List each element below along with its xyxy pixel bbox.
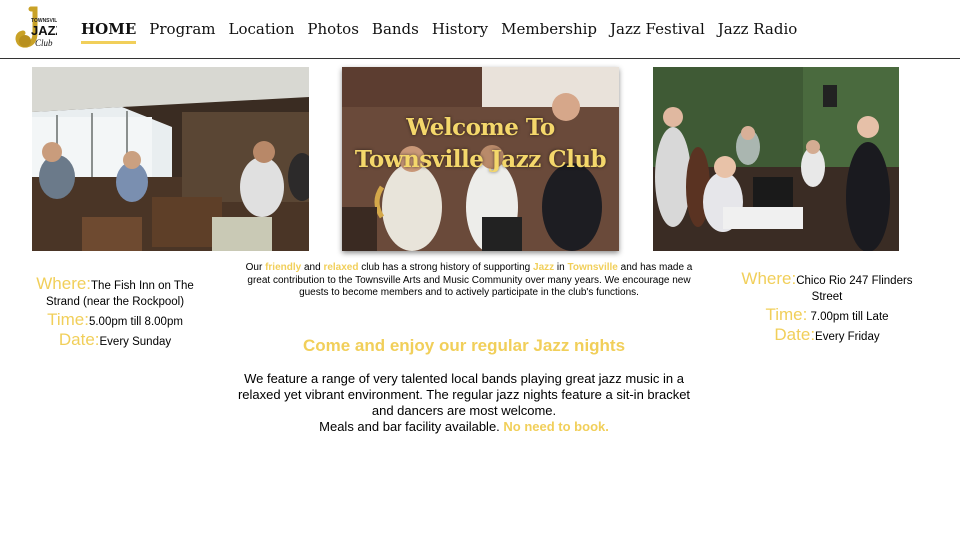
date-label: Date: bbox=[58, 330, 100, 349]
time-value: 7.00pm till Late bbox=[807, 311, 889, 323]
time-value: 5.00pm till 8.00pm bbox=[88, 316, 183, 328]
date-value: Every Sunday bbox=[99, 336, 172, 348]
time-row: Time:5.00pm till 8.00pm bbox=[22, 310, 208, 330]
jazz-club-logo[interactable]: TOWNSVILLE JAZZ Club bbox=[9, 5, 64, 55]
band-stage-photo bbox=[653, 67, 899, 251]
intro-text: and bbox=[301, 262, 324, 273]
intro-text: Our bbox=[245, 262, 266, 273]
site-header: TOWNSVILLE JAZZ Club HOME Program Locati… bbox=[0, 0, 960, 59]
meals-text: Meals and bar facility available. bbox=[319, 419, 504, 434]
meals-line: Meals and bar facility available. No nee… bbox=[236, 419, 692, 435]
nav-photos[interactable]: Photos bbox=[307, 20, 359, 38]
where-label: Where: bbox=[741, 269, 797, 288]
intro-paragraph: Our friendly and relaxed club has a stro… bbox=[236, 262, 702, 300]
nav-membership[interactable]: Membership bbox=[501, 20, 597, 38]
date-row: Date:Every Friday bbox=[727, 325, 927, 345]
nav-jazz-festival[interactable]: Jazz Festival bbox=[610, 20, 705, 38]
intro-highlight: Jazz bbox=[533, 262, 555, 273]
where-value: Chico Rio 247 Flinders Street bbox=[796, 275, 913, 303]
nav-home[interactable]: HOME bbox=[81, 20, 137, 44]
welcome-title: Welcome To Townsville Jazz Club bbox=[354, 114, 607, 173]
jazz-nights-heading: Come and enjoy our regular Jazz nights bbox=[302, 336, 626, 355]
intro-text: club has a strong history of supporting bbox=[358, 262, 534, 273]
date-row: Date:Every Sunday bbox=[22, 330, 208, 350]
intro-highlight: relaxed bbox=[323, 262, 359, 273]
time-label: Time: bbox=[765, 305, 808, 324]
date-label: Date: bbox=[774, 325, 816, 344]
restaurant-photo bbox=[32, 67, 309, 251]
sunday-venue-info: Where:The Fish Inn on The Strand (near t… bbox=[22, 274, 208, 352]
nav-program[interactable]: Program bbox=[149, 20, 215, 38]
friday-venue-info: Where:Chico Rio 247 Flinders Street Time… bbox=[727, 269, 927, 347]
date-value: Every Friday bbox=[815, 331, 880, 343]
where-row: Where:The Fish Inn on The Strand (near t… bbox=[22, 274, 208, 310]
svg-text:Club: Club bbox=[35, 38, 53, 48]
main-nav: HOME Program Location Photos Bands Histo… bbox=[81, 20, 798, 44]
intro-highlight: friendly bbox=[265, 262, 302, 273]
where-row: Where:Chico Rio 247 Flinders Street bbox=[727, 269, 927, 305]
nav-location[interactable]: Location bbox=[229, 20, 295, 38]
nav-bands[interactable]: Bands bbox=[372, 20, 419, 38]
nav-history[interactable]: History bbox=[432, 20, 488, 38]
where-label: Where: bbox=[36, 274, 92, 293]
time-label: Time: bbox=[47, 310, 89, 329]
no-booking-note: No need to book. bbox=[503, 419, 609, 434]
feature-text: We feature a range of very talented loca… bbox=[237, 371, 691, 418]
intro-highlight: Townsville bbox=[567, 262, 618, 273]
feature-paragraph: We feature a range of very talented loca… bbox=[236, 371, 692, 435]
intro-text: in bbox=[554, 262, 568, 273]
svg-text:JAZZ: JAZZ bbox=[31, 23, 57, 38]
nav-jazz-radio[interactable]: Jazz Radio bbox=[718, 20, 798, 38]
time-row: Time: 7.00pm till Late bbox=[727, 305, 927, 325]
